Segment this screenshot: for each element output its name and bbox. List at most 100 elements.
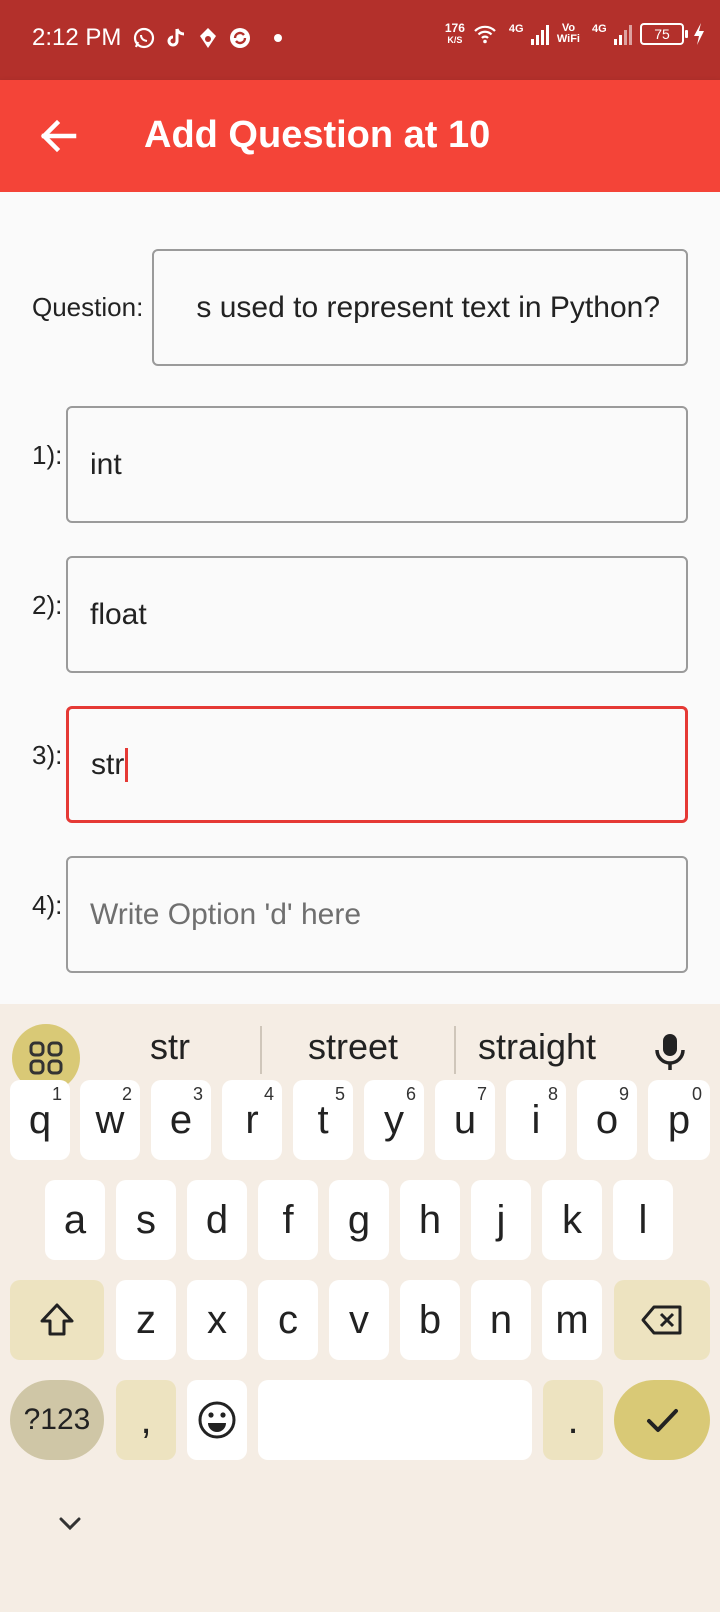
option-4-placeholder: Write Option 'd' here [90,897,362,931]
key-label: r [245,1097,259,1142]
notification-icons [132,26,282,50]
suggestion-2[interactable]: street [308,1026,398,1068]
key-g[interactable]: g [329,1180,389,1260]
key-h[interactable]: h [400,1180,460,1260]
key-label: j [496,1197,506,1242]
network-speed: 176 K/S [445,22,465,46]
key-label: a [63,1197,87,1242]
net-speed-value: 176 [444,21,465,35]
key-q[interactable]: q1 [10,1080,70,1160]
key-y[interactable]: y6 [364,1080,424,1160]
key-label: n [489,1297,513,1342]
key-hint: 6 [405,1084,416,1104]
tiktok-icon [164,26,188,50]
hide-keyboard-button[interactable] [50,1504,90,1544]
key-r[interactable]: r4 [222,1080,282,1160]
key-d[interactable]: d [187,1180,247,1260]
key-c[interactable]: c [258,1280,318,1360]
key-label: k [562,1197,582,1242]
option-2-value: float [90,597,147,631]
status-time: 2:12 PM [32,24,122,51]
key-hint: 7 [476,1084,487,1104]
backspace-key[interactable] [614,1280,710,1360]
key-n[interactable]: n [471,1280,531,1360]
key-label: p [667,1097,691,1142]
key-hint: 4 [263,1084,274,1104]
key-j[interactable]: j [471,1180,531,1260]
comma-key[interactable]: , [116,1380,176,1460]
suggestion-divider [260,1026,262,1074]
option-2-label: 2): [32,590,63,620]
option-4-label: 4): [32,890,63,920]
key-u[interactable]: u7 [435,1080,495,1160]
symbols-key[interactable]: ?123 [10,1380,104,1460]
key-e[interactable]: e3 [151,1080,211,1160]
key-w[interactable]: w2 [80,1080,140,1160]
enter-key[interactable] [614,1380,710,1460]
key-label: g [347,1197,371,1242]
key-i[interactable]: i8 [506,1080,566,1160]
text-cursor [125,747,129,782]
key-p[interactable]: p0 [648,1080,710,1160]
key-label: q [28,1097,52,1142]
key-hint: 9 [618,1084,629,1104]
key-hint: 3 [192,1084,203,1104]
option-3-input[interactable]: str [66,706,688,823]
battery-icon: 75 [640,23,688,45]
key-o[interactable]: o9 [577,1080,637,1160]
key-label: d [205,1197,229,1242]
arrow-back-icon [40,119,77,153]
key-label: f [282,1197,294,1242]
question-form: Question: s used to represent text in Py… [0,192,720,1004]
space-key[interactable] [258,1380,532,1460]
key-label: t [317,1097,329,1142]
key-t[interactable]: t5 [293,1080,353,1160]
key-label: c [278,1297,298,1342]
option-1-input[interactable]: int [66,406,688,523]
shift-key[interactable] [10,1280,104,1360]
key-x[interactable]: x [187,1280,247,1360]
question-label: Question: [32,292,144,322]
key-f[interactable]: f [258,1180,318,1260]
option-4-input[interactable]: Write Option 'd' here [66,856,688,973]
symbols-key-label: ?123 [23,1403,91,1436]
key-b[interactable]: b [400,1280,460,1360]
backspace-icon [641,1305,682,1335]
sim1-network-label: 4G [508,23,524,35]
emoji-icon [198,1401,236,1439]
vowifi-indicator: Vo WiFi [557,23,580,45]
key-k[interactable]: k [542,1180,602,1260]
key-m[interactable]: m [542,1280,602,1360]
wifi-icon [473,22,497,46]
key-l[interactable]: l [613,1180,673,1260]
option-2-input[interactable]: float [66,556,688,673]
system-status-icons: 176 K/S 4G Vo WiFi 4G 75 [445,22,706,46]
key-label: e [169,1097,193,1142]
key-label: w [95,1097,125,1142]
key-v[interactable]: v [329,1280,389,1360]
key-label: s [136,1197,156,1242]
back-button[interactable] [30,108,86,164]
sim2-network-label: 4G [592,23,607,35]
key-label: m [555,1297,589,1342]
question-input[interactable]: s used to represent text in Python? [152,249,688,366]
suggestion-1[interactable]: str [150,1026,190,1068]
music-note-icon [196,26,220,50]
period-key[interactable]: . [543,1380,603,1460]
key-hint: 5 [334,1084,345,1104]
key-hint: 0 [691,1084,702,1104]
suggestion-3[interactable]: straight [478,1026,596,1068]
key-a[interactable]: a [45,1180,105,1260]
emoji-key[interactable] [187,1380,247,1460]
key-z[interactable]: z [116,1280,176,1360]
key-label: b [418,1297,442,1342]
app-bar: Add Question at 10 [0,80,720,192]
voice-input-button[interactable] [650,1032,690,1072]
net-speed-unit: K/S [447,35,463,45]
key-label: , [140,1397,152,1442]
key-s[interactable]: s [116,1180,176,1260]
status-bar: 2:12 PM 176 K/S 4G Vo WiFi 4G 75 [0,0,720,80]
soft-keyboard: str street straight q1 w2 e3 r4 t5 y6 u7… [0,1004,720,1612]
more-notifications-dot [274,34,282,42]
option-1-value: int [90,447,122,481]
